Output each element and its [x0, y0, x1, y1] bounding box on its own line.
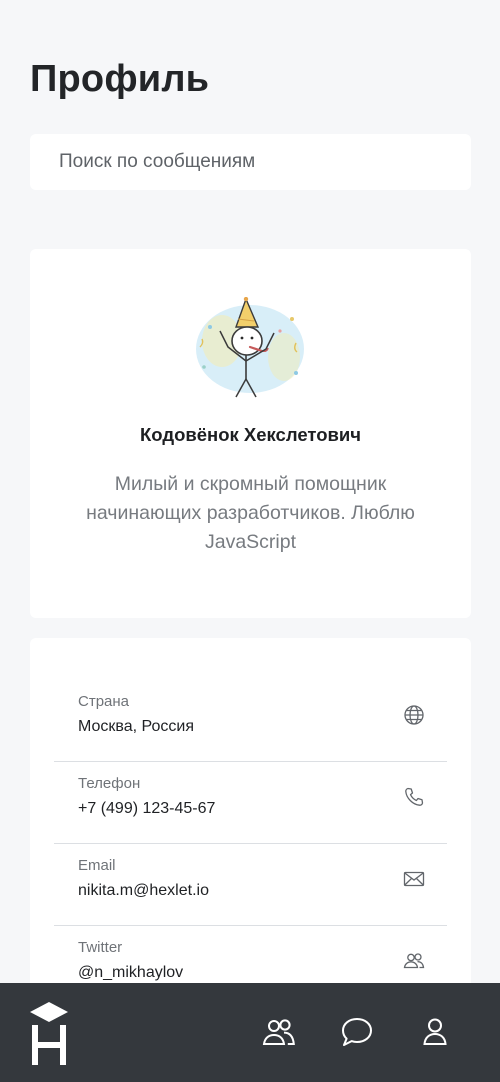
page-title: Профиль: [30, 58, 210, 100]
globe-icon: [403, 704, 425, 726]
info-value: Москва, Россия: [78, 718, 194, 735]
info-value: @n_mikhaylov: [78, 964, 184, 981]
info-value: +7 (499) 123-45-67: [78, 800, 216, 817]
info-label: Телефон: [78, 775, 141, 792]
party-kid-avatar: [192, 297, 308, 399]
info-label: Страна: [78, 693, 130, 710]
info-row-email: Email nikita.m@hexlet.io: [54, 844, 447, 926]
phone-icon: [403, 786, 425, 808]
info-row-phone: Телефон +7 (499) 123-45-67: [54, 762, 447, 844]
info-label: Twitter: [78, 939, 123, 956]
nav-chats-button[interactable]: [340, 1017, 374, 1047]
users-icon: [403, 950, 425, 972]
info-label: Email: [78, 857, 116, 874]
search-input[interactable]: [59, 151, 471, 173]
nav-contacts-button[interactable]: [262, 1017, 296, 1047]
info-value: nikita.m@hexlet.io: [78, 882, 209, 899]
profile-bio: Милый и скромный помощник начинающих раз…: [86, 473, 415, 553]
profile-card: Кодовёнок Хекслетович Милый и скромный п…: [30, 249, 471, 618]
search-bar[interactable]: [30, 134, 471, 190]
info-row-country: Страна Москва, Россия: [54, 680, 447, 762]
bottom-navigation: [0, 983, 500, 1082]
mail-icon: [403, 868, 425, 890]
profile-name: Кодовёнок Хекслетович: [139, 424, 361, 445]
hexlet-logo[interactable]: [28, 1001, 70, 1065]
nav-profile-button[interactable]: [418, 1017, 452, 1047]
